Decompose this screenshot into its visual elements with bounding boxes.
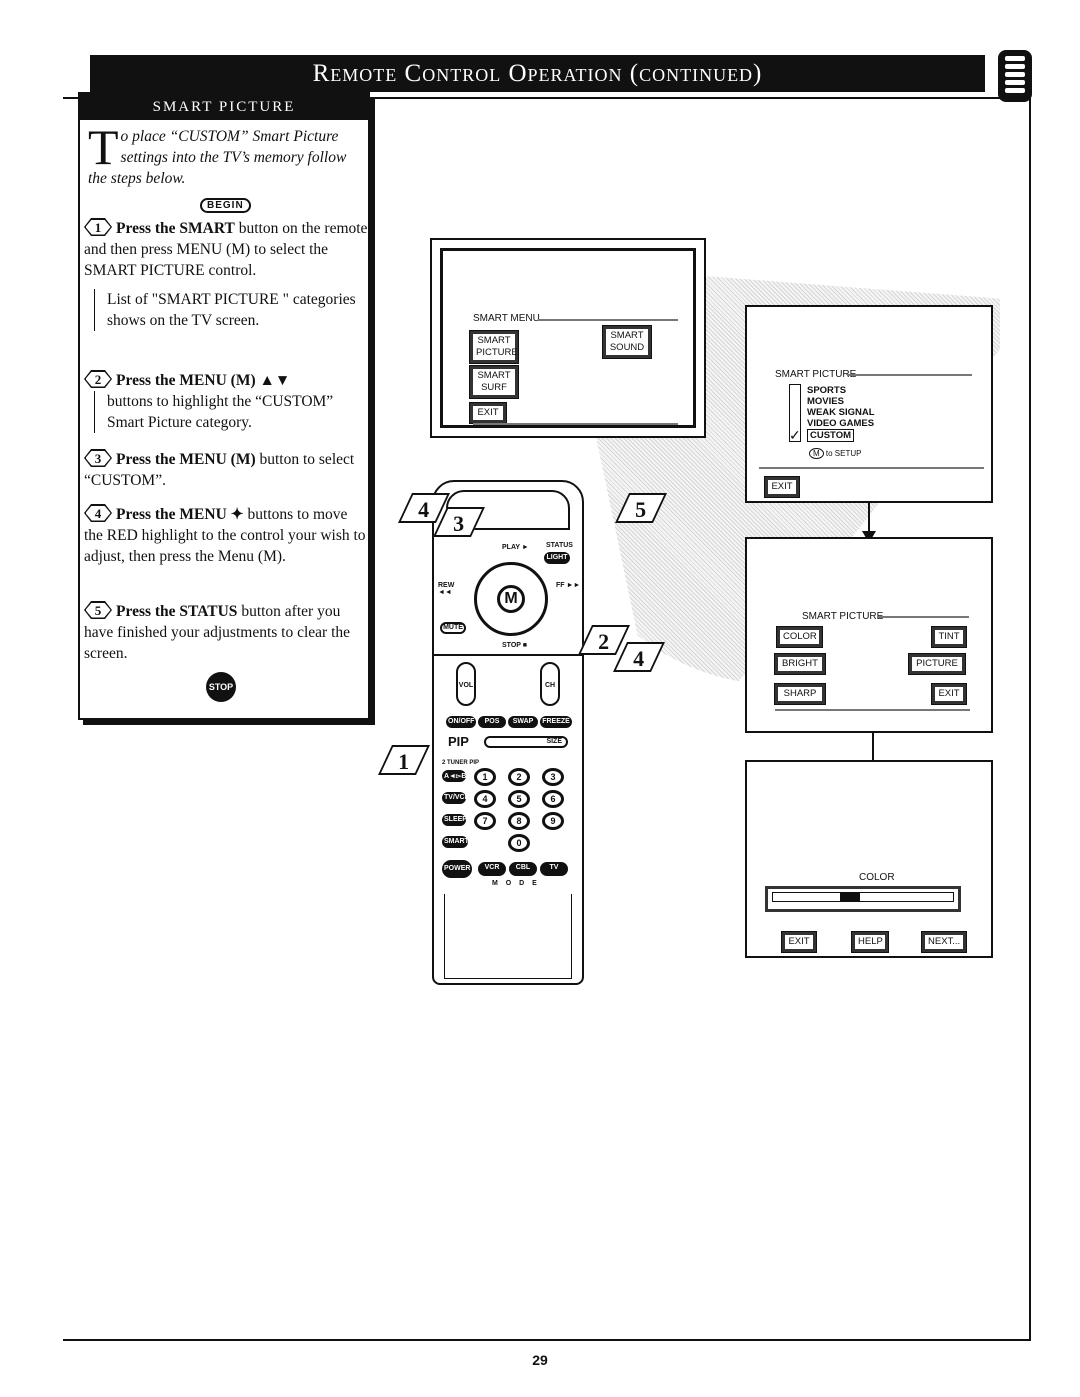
step-number-badge: 4 xyxy=(84,504,112,522)
menu-button: M xyxy=(497,585,525,613)
selected-item: CUSTOM xyxy=(807,429,854,442)
callout-4b: 4 xyxy=(613,642,665,672)
frame-bottom-rule xyxy=(63,1339,1031,1341)
power-button: POWER xyxy=(442,860,472,878)
tv-screen-color-adjust: COLOR EXIT HELP NEXT... xyxy=(745,760,993,958)
arrow-down-icon xyxy=(866,733,880,773)
tv-vcr-button: TV/VCR xyxy=(442,792,470,804)
mute-button: MUTE xyxy=(440,622,466,634)
intro-text: To place “CUSTOM” Smart Picture settings… xyxy=(88,119,368,189)
category-list: SPORTS MOVIES WEAK SIGNAL VIDEO GAMES CUSTOM xyxy=(807,385,875,442)
step-number-badge: 2 xyxy=(84,370,112,388)
drop-cap: T xyxy=(88,119,119,175)
page-header: Remote Control Operation (continued) xyxy=(90,55,985,92)
step-number-badge: 3 xyxy=(84,449,112,467)
sharp-button: SHARP xyxy=(774,683,826,705)
step-number-badge: 5 xyxy=(84,601,112,619)
intro-body: o place “CUSTOM” Smart Picture settings … xyxy=(88,128,347,187)
smart-sound-button: SMART SOUND xyxy=(602,325,652,359)
pip-size-button: SIZE xyxy=(484,736,568,748)
frame-right-rule xyxy=(1029,97,1031,1341)
smart-picture-panel: SMART PICTURE To place “CUSTOM” Smart Pi… xyxy=(78,92,370,720)
step-4: 4 Press the MENU ✦ buttons to move the RE… xyxy=(84,504,366,565)
smart-button: SMART xyxy=(442,836,469,848)
exit-button: EXIT xyxy=(931,683,967,705)
step-2: 2 Press the MENU (M) ▲▼ buttons to highli… xyxy=(84,370,368,433)
remote-control-icon xyxy=(998,50,1032,102)
tuner-ab-button: A◄▻B xyxy=(442,770,466,782)
help-button: HELP xyxy=(851,931,889,953)
step-number-badge: 1 xyxy=(84,218,112,236)
stop-badge: STOP xyxy=(206,672,236,702)
step-note: List of "SMART PICTURE " categories show… xyxy=(94,289,368,331)
smart-picture-button: SMART PICTURE xyxy=(469,330,519,364)
bright-button: BRIGHT xyxy=(774,653,826,675)
page-number: 29 xyxy=(532,1352,548,1368)
next-button: NEXT... xyxy=(921,931,967,953)
check-icon: ✓ xyxy=(789,427,801,443)
color-button: COLOR xyxy=(776,626,823,648)
smart-surf-button: SMART SURF xyxy=(469,365,519,399)
exit-button: EXIT xyxy=(781,931,817,953)
tv-screen-smart-picture-list: SMART PICTURE SPORTS MOVIES WEAK SIGNAL VID… xyxy=(745,305,993,503)
remote-control: PLAY ► STATUS LIGHT M REW ◄◄ FF ►► MUTE … xyxy=(432,480,584,985)
channel-rocker: CH xyxy=(540,662,560,706)
step-1: 1 Press the SMART button on the remote an… xyxy=(84,218,368,331)
color-slider xyxy=(765,886,961,912)
callout-1: 1 xyxy=(378,745,430,775)
status-light-button: LIGHT xyxy=(544,552,570,564)
exit-button: EXIT xyxy=(764,476,800,498)
tint-button: TINT xyxy=(931,626,967,648)
screen-title: SMART MENU xyxy=(473,313,540,324)
tv-screen-adjust-controls: SMART PICTURE COLOR TINT BRIGHT PICTURE … xyxy=(745,537,993,733)
arrow-down-icon xyxy=(862,503,876,543)
exit-button: EXIT xyxy=(469,402,507,424)
step-5: 5 Press the STATUS button after you have … xyxy=(84,601,351,662)
slider-label: COLOR xyxy=(859,872,895,883)
volume-rocker: VOL xyxy=(456,662,476,706)
slider-thumb xyxy=(840,892,860,902)
picture-button: PICTURE xyxy=(908,653,966,675)
screen-title: SMART PICTURE xyxy=(775,369,857,380)
screen-title: SMART PICTURE xyxy=(802,611,884,622)
begin-badge: BEGIN xyxy=(200,198,251,213)
tv-screen-smart-menu: SMART MENU SMART PICTURE SMART SOUND SMA… xyxy=(430,238,706,438)
setup-hint: M to SETUP xyxy=(809,448,861,459)
step-3: 3 Press the MENU (M) button to select “CU… xyxy=(84,449,355,489)
sleep-button: SLEEP xyxy=(442,814,467,826)
panel-title: SMART PICTURE xyxy=(80,94,368,120)
pip-button-row: ON/OFF POS SWAP FREEZE xyxy=(446,716,572,728)
